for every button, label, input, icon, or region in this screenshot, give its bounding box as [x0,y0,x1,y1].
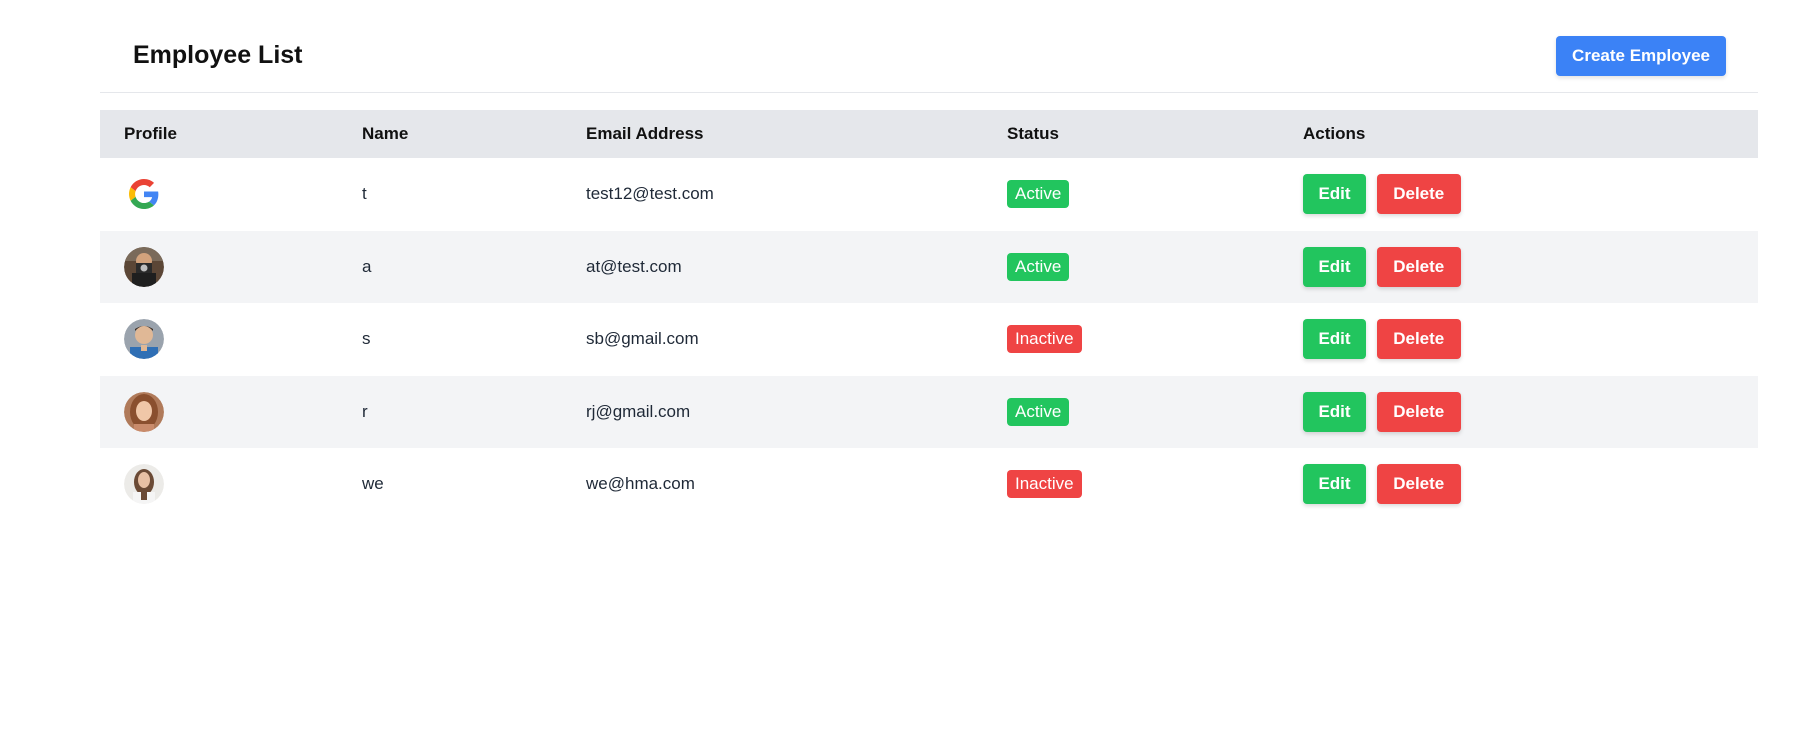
status-cell: Inactive [983,303,1279,376]
status-cell: Active [983,231,1279,304]
status-cell: Active [983,158,1279,231]
status-badge: Active [1007,252,1070,281]
name-cell: t [362,184,367,204]
delete-button[interactable]: Delete [1376,391,1461,432]
name-cell: s [362,329,371,349]
edit-button[interactable]: Edit [1303,464,1366,505]
actions-cell: Edit Delete [1279,448,1758,521]
actions-cell: Edit Delete [1279,158,1758,231]
column-header-email: Email Address [586,124,704,143]
status-cell: Active [983,376,1279,449]
actions-cell: Edit Delete [1279,376,1758,449]
status-badge: Active [1007,180,1070,209]
edit-button[interactable]: Edit [1303,391,1366,432]
profile-cell [100,376,338,449]
status-badge: Inactive [1007,470,1082,499]
actions-cell: Edit Delete [1279,303,1758,376]
name-cell: a [362,256,372,276]
profile-cell [100,231,338,304]
column-header-actions: Actions [1303,124,1366,143]
employee-table: Profile Name Email Address Status Action… [100,110,1758,521]
delete-button[interactable]: Delete [1376,464,1461,505]
employee-list-page: Employee List Create Employee Profile Na… [0,0,1796,738]
table-row: s sb@gmail.com Inactive Edit Delete [100,303,1758,376]
avatar-photo-icon [124,464,164,505]
delete-button[interactable]: Delete [1376,246,1461,287]
email-cell: rj@gmail.com [586,401,691,421]
table-row: r rj@gmail.com Active Edit Delete [100,375,1758,449]
name-cell: r [362,401,368,421]
table-row: a at@test.com Active Edit Delete [100,230,1758,304]
profile-cell [100,303,338,376]
email-cell: test12@test.com [586,184,714,204]
column-header-status: Status [1007,124,1059,143]
edit-button[interactable]: Edit [1303,319,1366,360]
status-cell: Inactive [983,448,1279,521]
avatar-photo-icon [124,319,164,360]
edit-button[interactable]: Edit [1303,174,1366,215]
delete-button[interactable]: Delete [1376,174,1461,215]
page-header: Employee List Create Employee [100,0,1758,93]
table-row: we we@hma.com Inactive Edit Delete [100,448,1758,521]
edit-button[interactable]: Edit [1303,246,1366,287]
profile-cell [100,158,338,231]
name-cell: we [362,474,384,494]
table-row: t test12@test.com Active Edit Delete [100,158,1758,231]
avatar-photo-icon [124,246,164,287]
column-header-name: Name [362,124,409,143]
email-cell: at@test.com [586,256,682,276]
table-header-row: Profile Name Email Address Status Action… [100,110,1758,158]
status-badge: Active [1007,397,1070,426]
google-logo-icon [124,174,164,215]
profile-cell [100,448,338,521]
email-cell: we@hma.com [586,474,695,494]
delete-button[interactable]: Delete [1376,319,1461,360]
create-employee-button[interactable]: Create Employee [1556,36,1726,76]
column-header-profile: Profile [124,124,177,143]
actions-cell: Edit Delete [1279,231,1758,304]
email-cell: sb@gmail.com [586,329,699,349]
avatar-photo-icon [124,391,164,432]
status-badge: Inactive [1007,325,1082,354]
page-title: Employee List [133,41,303,69]
